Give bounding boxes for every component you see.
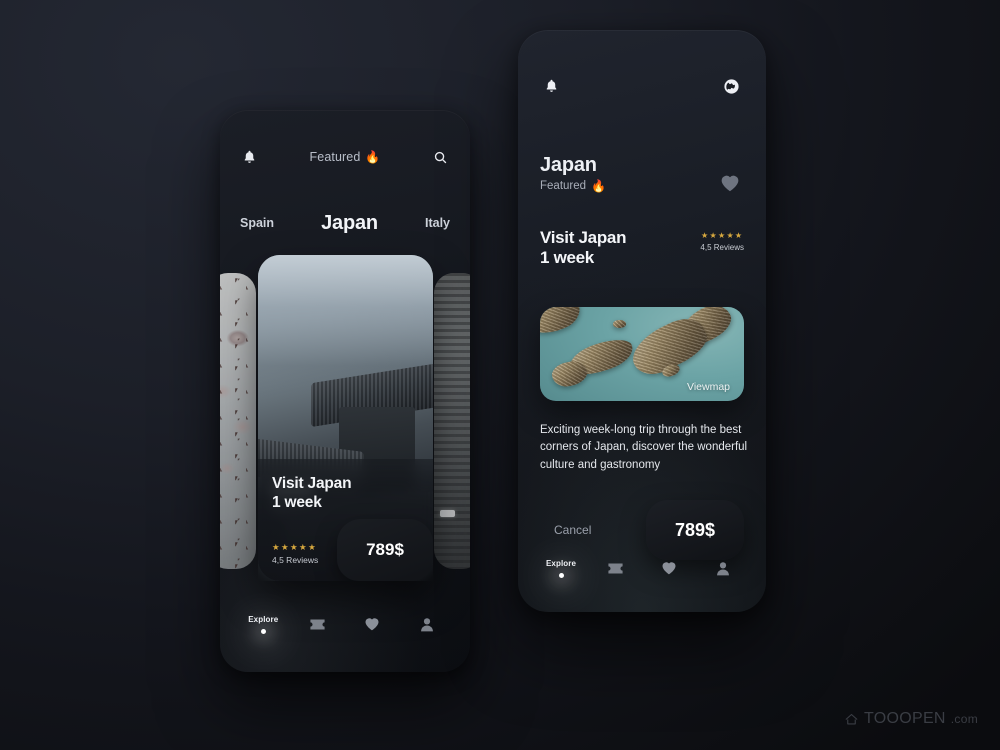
tab-explore-label: Explore <box>248 614 279 624</box>
flame-icon: 🔥 <box>591 179 606 193</box>
detail-tabbar: Explore <box>518 542 766 594</box>
trip-title: Visit Japan 1 week <box>540 228 626 269</box>
tab-explore[interactable]: Explore <box>242 615 284 634</box>
reviews-count: 4,5 Reviews <box>272 555 319 565</box>
detail-top-bar <box>518 72 766 100</box>
carousel-card-previous[interactable] <box>220 273 256 569</box>
search-icon[interactable] <box>433 150 448 165</box>
carousel-card-next[interactable] <box>434 273 470 569</box>
person-icon <box>716 561 730 576</box>
tab-tickets[interactable] <box>594 562 636 575</box>
tab-profile[interactable] <box>406 617 448 632</box>
country-carousel-nav: Spain Japan Italy <box>220 206 470 240</box>
watermark: TOOOPEN .com <box>844 710 978 728</box>
featured-indicator: Featured 🔥 <box>310 150 381 164</box>
person-icon <box>420 617 434 632</box>
trip-summary: Visit Japan 1 week ★★★★★ 4,5 Reviews <box>540 228 744 269</box>
dot-indicator-icon <box>558 572 564 578</box>
bell-icon[interactable] <box>544 78 559 94</box>
home-top-bar: Featured 🔥 <box>220 142 470 172</box>
sakura-photo <box>220 273 256 569</box>
tab-tickets[interactable] <box>297 618 339 631</box>
map-thumbnail[interactable]: Viewmap <box>540 307 744 401</box>
cloud-home-icon <box>844 712 859 727</box>
detail-screen-phone: Japan Featured 🔥 Visit Japan 1 week ★★★★… <box>518 30 766 612</box>
country-next[interactable]: Italy <box>425 216 450 230</box>
destination-carousel: Visit Japan 1 week ★★★★★ 4,5 Reviews 789… <box>220 255 470 585</box>
detail-country-title: Japan <box>540 154 597 176</box>
bell-icon[interactable] <box>242 149 257 165</box>
landmass-shape <box>540 307 585 341</box>
card-title: Visit Japan 1 week <box>272 475 352 513</box>
ticket-icon <box>607 562 624 575</box>
favorite-heart-icon[interactable] <box>720 174 740 192</box>
star-rating: ★★★★★ <box>701 231 744 240</box>
home-tabbar: Explore <box>220 598 470 650</box>
trip-title-line1: Visit Japan <box>540 228 627 247</box>
cancel-button[interactable]: Cancel <box>554 523 591 537</box>
country-active[interactable]: Japan <box>321 212 378 235</box>
tab-explore-label: Explore <box>545 558 577 568</box>
home-screen-phone: Featured 🔥 Spain Japan Italy Visit Japan… <box>220 110 470 672</box>
country-prev[interactable]: Spain <box>240 216 274 230</box>
carousel-card-active[interactable]: Visit Japan 1 week ★★★★★ 4,5 Reviews 789… <box>258 255 433 581</box>
detail-featured-indicator: Featured 🔥 <box>540 180 606 192</box>
card-title-line1: Visit Japan <box>272 475 352 492</box>
tab-profile[interactable] <box>702 561 744 576</box>
card-info-overlay: Visit Japan 1 week ★★★★★ 4,5 Reviews 789… <box>258 459 433 581</box>
tab-favorites[interactable] <box>648 561 690 575</box>
landmass-shape <box>613 320 626 328</box>
viewmap-label[interactable]: Viewmap <box>687 381 730 393</box>
ticket-icon <box>309 618 326 631</box>
watermark-brand: TOOOPEN <box>863 710 946 727</box>
reviews-count: 4,5 Reviews <box>700 243 744 252</box>
card-price-button[interactable]: 789$ <box>337 519 433 581</box>
watermark-domain: .com <box>950 712 978 726</box>
card-rating: ★★★★★ 4,5 Reviews <box>272 541 319 565</box>
heart-icon <box>661 561 677 575</box>
detail-header: Japan Featured 🔥 <box>540 154 606 192</box>
trip-title-line2: 1 week <box>540 248 594 268</box>
flame-icon: 🔥 <box>365 150 381 164</box>
card-title-line2: 1 week <box>272 493 322 511</box>
tab-favorites[interactable] <box>351 617 393 631</box>
featured-label: Featured <box>309 150 361 164</box>
cityscape-photo <box>434 273 470 569</box>
star-rating: ★★★★★ <box>272 541 318 552</box>
heart-icon <box>364 617 380 631</box>
globe-icon[interactable] <box>723 78 740 95</box>
trip-description: Exciting week-long trip through the best… <box>540 424 748 471</box>
detail-featured-label: Featured <box>540 180 587 192</box>
tab-explore[interactable]: Explore <box>540 559 582 578</box>
dot-indicator-icon <box>260 628 266 634</box>
trip-rating: ★★★★★ 4,5 Reviews <box>700 228 744 253</box>
